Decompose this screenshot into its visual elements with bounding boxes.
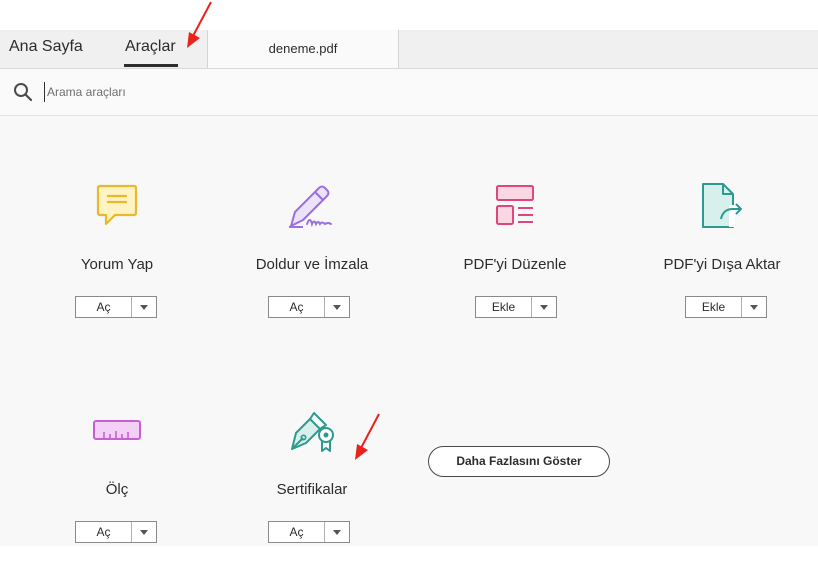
ruler-icon[interactable] bbox=[87, 401, 147, 461]
tab-bar: Ana Sayfa Araçlar deneme.pdf bbox=[0, 30, 818, 69]
open-split-button[interactable]: Aç bbox=[268, 521, 350, 543]
tool-name: PDF'yi Düzenle bbox=[463, 256, 567, 273]
open-split-button[interactable]: Aç bbox=[268, 296, 350, 318]
tool-name: Sertifikalar bbox=[276, 481, 348, 498]
chevron-down-icon[interactable] bbox=[325, 297, 349, 317]
edit-pdf-icon[interactable] bbox=[485, 176, 545, 236]
search-bar bbox=[0, 69, 818, 116]
open-button[interactable]: Aç bbox=[76, 297, 132, 317]
add-split-button[interactable]: Ekle bbox=[685, 296, 767, 318]
open-button[interactable]: Aç bbox=[76, 522, 132, 542]
chevron-down-icon[interactable] bbox=[132, 297, 156, 317]
tool-edit-pdf: PDF'yi Düzenle Ekle bbox=[425, 176, 605, 336]
open-button[interactable]: Aç bbox=[269, 297, 325, 317]
active-tab-indicator bbox=[124, 64, 178, 67]
comment-icon[interactable] bbox=[87, 176, 147, 236]
tool-comment: Yorum Yap Aç bbox=[27, 176, 207, 336]
add-split-button[interactable]: Ekle bbox=[475, 296, 557, 318]
tab-tools[interactable]: Araçlar bbox=[125, 38, 176, 56]
add-button[interactable]: Ekle bbox=[686, 297, 742, 317]
search-icon[interactable] bbox=[13, 82, 33, 102]
tool-certificates: Sertifikalar Aç bbox=[222, 401, 402, 561]
tools-panel: Yorum Yap Aç Doldur ve İmzala Aç PDF'yi … bbox=[0, 116, 818, 546]
certificate-icon[interactable] bbox=[282, 401, 342, 461]
chevron-down-icon[interactable] bbox=[532, 297, 556, 317]
tab-document[interactable]: deneme.pdf bbox=[207, 30, 399, 68]
chevron-down-icon[interactable] bbox=[742, 297, 766, 317]
tool-name: PDF'yi Dışa Aktar bbox=[663, 256, 781, 273]
tool-name: Yorum Yap bbox=[80, 256, 154, 273]
tab-document-label: deneme.pdf bbox=[268, 41, 338, 56]
tool-fill-sign: Doldur ve İmzala Aç bbox=[222, 176, 402, 336]
tool-name: Ölç bbox=[105, 481, 129, 498]
show-more-button[interactable]: Daha Fazlasını Göster bbox=[428, 446, 610, 477]
tab-home[interactable]: Ana Sayfa bbox=[9, 38, 83, 56]
add-button[interactable]: Ekle bbox=[476, 297, 532, 317]
fill-sign-icon[interactable] bbox=[282, 176, 342, 236]
open-split-button[interactable]: Aç bbox=[75, 521, 157, 543]
chevron-down-icon[interactable] bbox=[132, 522, 156, 542]
search-input[interactable] bbox=[44, 82, 347, 102]
export-pdf-icon[interactable] bbox=[692, 176, 752, 236]
tool-name: Doldur ve İmzala bbox=[255, 256, 369, 273]
tool-measure: Ölç Aç bbox=[27, 401, 207, 561]
open-button[interactable]: Aç bbox=[269, 522, 325, 542]
tool-export-pdf: PDF'yi Dışa Aktar Ekle bbox=[632, 176, 812, 336]
open-split-button[interactable]: Aç bbox=[75, 296, 157, 318]
chevron-down-icon[interactable] bbox=[325, 522, 349, 542]
